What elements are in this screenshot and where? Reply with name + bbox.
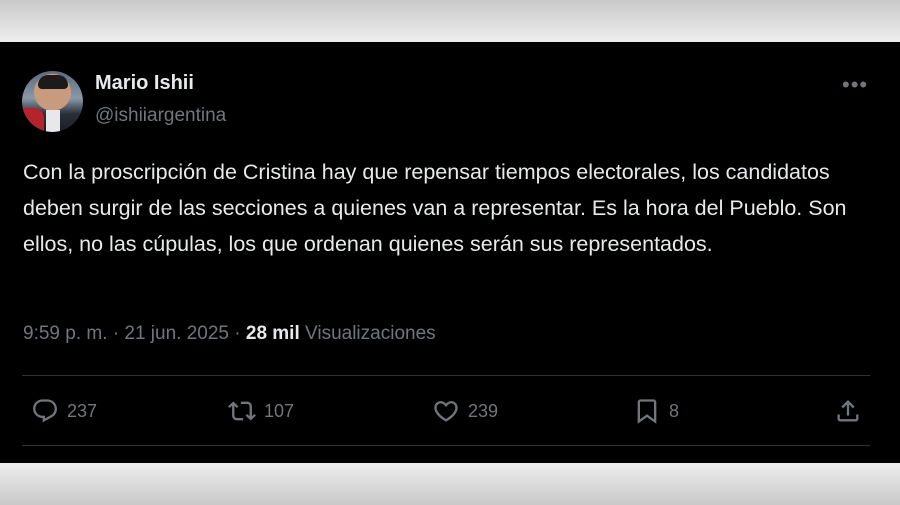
retweet-button[interactable]: 107 <box>228 397 294 425</box>
views-label: Visualizaciones <box>305 323 436 344</box>
reply-icon <box>33 399 57 423</box>
reply-button[interactable]: 237 <box>31 397 97 425</box>
heart-icon <box>434 401 458 422</box>
tweet-date[interactable]: 21 jun. 2025 <box>124 323 229 344</box>
tweet-time[interactable]: 9:59 p. m. <box>23 323 108 344</box>
tweet-text: Con la proscripción de Cristina hay que … <box>23 160 847 256</box>
share-icon <box>837 400 859 422</box>
retweet-icon <box>228 401 256 421</box>
bookmark-icon <box>637 399 657 424</box>
meta-separator: · <box>234 323 241 344</box>
author-name[interactable]: Mario Ishii <box>95 72 194 95</box>
author-handle[interactable]: @ishiiargentina <box>95 105 226 127</box>
avatar-tie <box>22 108 44 132</box>
avatar-shirt <box>46 110 60 132</box>
views-count: 28 mil <box>245 323 300 344</box>
tweet-meta: 9:59 p. m. · 21 jun. 2025 · 28 mil Visua… <box>23 323 436 345</box>
bookmark-button[interactable]: 8 <box>633 397 679 425</box>
divider-top <box>22 375 870 376</box>
avatar[interactable] <box>22 71 83 132</box>
reply-count: 237 <box>67 400 98 421</box>
like-button[interactable]: 239 <box>432 397 498 425</box>
screenshot-frame: Mario Ishii @ishiiargentina ••• Con la p… <box>0 0 900 505</box>
bookmark-count: 8 <box>669 400 680 421</box>
share-button[interactable] <box>834 397 862 425</box>
retweet-count: 107 <box>264 400 295 421</box>
divider-bottom <box>22 445 870 446</box>
meta-separator: · <box>112 323 120 344</box>
avatar-hair <box>38 75 68 89</box>
more-icon[interactable]: ••• <box>842 72 868 98</box>
like-count: 239 <box>468 400 499 421</box>
tweet-card: Mario Ishii @ishiiargentina ••• Con la p… <box>0 42 900 463</box>
